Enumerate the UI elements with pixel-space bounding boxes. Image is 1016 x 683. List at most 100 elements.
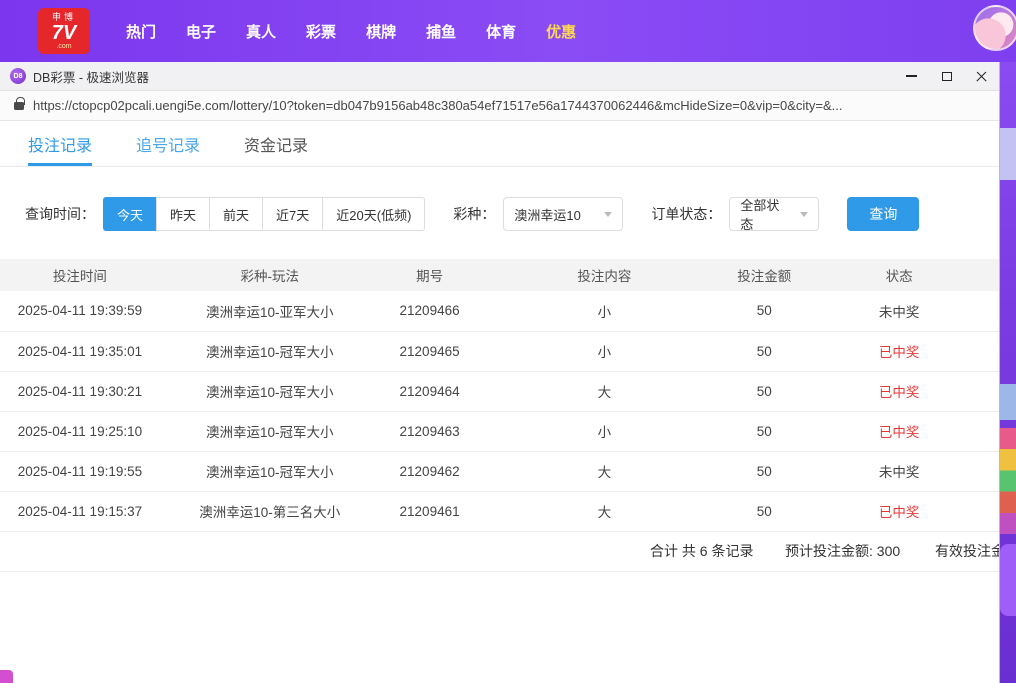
cell-status: 未中奖 xyxy=(799,451,999,491)
nav-item-2[interactable]: 电子 xyxy=(186,21,216,42)
summary-valid: 有效投注金额: xyxy=(935,541,999,561)
nav-menu: 热门 电子 真人 彩票 棋牌 捕鱼 体育 优惠 xyxy=(96,21,576,42)
window-controls xyxy=(894,62,999,90)
nav-item-7[interactable]: 体育 xyxy=(486,21,516,42)
cell-time: 2025-04-11 19:25:10 xyxy=(0,411,160,451)
header-game-play: 彩种-玩法 xyxy=(160,259,380,291)
cell-content: 大 xyxy=(480,491,730,531)
header-content: 投注内容 xyxy=(480,259,730,291)
cell-time: 2025-04-11 19:39:59 xyxy=(0,291,160,331)
site-logo[interactable]: 申博 7V .com xyxy=(38,8,90,54)
cell-status: 已中奖 xyxy=(799,371,999,411)
header-bet-time: 投注时间 xyxy=(0,259,160,291)
browser-window: D8 DB彩票 - 极速浏览器 https://ctopcp02pcali.ue… xyxy=(0,62,1000,683)
table-row: 2025-04-11 19:19:55澳洲幸运10-冠军大小21209462大5… xyxy=(0,451,999,491)
minimize-icon xyxy=(906,75,917,77)
nav-item-5[interactable]: 棋牌 xyxy=(366,21,396,42)
header-issue: 期号 xyxy=(380,259,480,291)
logo-main-text: 7V xyxy=(52,23,76,43)
cell-issue: 21209464 xyxy=(380,371,480,411)
time-option-5[interactable]: 近20天(低频) xyxy=(322,197,425,231)
maximize-button[interactable] xyxy=(929,62,964,90)
url-text: https://ctopcp02pcali.uengi5e.com/lotter… xyxy=(33,98,843,113)
cell-issue: 21209463 xyxy=(380,411,480,451)
status-select[interactable]: 全部状态 xyxy=(729,197,819,231)
nav-item-3[interactable]: 真人 xyxy=(246,21,276,42)
cell-content: 小 xyxy=(480,331,730,371)
lottery-select[interactable]: 澳洲幸运10 xyxy=(503,197,623,231)
cell-game: 澳洲幸运10-冠军大小 xyxy=(160,331,380,371)
chevron-down-icon xyxy=(800,212,808,217)
table-row: 2025-04-11 19:15:37澳洲幸运10-第三名大小21209461大… xyxy=(0,491,999,531)
table-row: 2025-04-11 19:25:10澳洲幸运10-冠军大小21209463小5… xyxy=(0,411,999,451)
cell-issue: 21209462 xyxy=(380,451,480,491)
bet-table-body: 2025-04-11 19:39:59澳洲幸运10-亚军大小21209466小5… xyxy=(0,291,999,531)
cell-game: 澳洲幸运10-冠军大小 xyxy=(160,411,380,451)
cell-game: 澳洲幸运10-亚军大小 xyxy=(160,291,380,331)
table-row: 2025-04-11 19:35:01澳洲幸运10-冠军大小21209465小5… xyxy=(0,331,999,371)
time-option-1[interactable]: 今天 xyxy=(103,197,157,231)
search-button[interactable]: 查询 xyxy=(847,197,919,231)
cell-amount: 50 xyxy=(729,491,799,531)
table-row: 2025-04-11 19:30:21澳洲幸运10-冠军大小21209464大5… xyxy=(0,371,999,411)
cell-content: 小 xyxy=(480,411,730,451)
summary-expected: 预计投注金额: 300 xyxy=(785,541,900,561)
time-option-4[interactable]: 近7天 xyxy=(262,197,323,231)
tab-3[interactable]: 资金记录 xyxy=(244,121,308,166)
tab-2[interactable]: 追号记录 xyxy=(136,121,200,166)
bet-table: 投注时间 彩种-玩法 期号 投注内容 投注金额 状态 2025-04-11 19… xyxy=(0,259,999,532)
summary-row: 合计 共 6 条记录 预计投注金额: 300 有效投注金额: xyxy=(0,532,999,572)
cell-status: 未中奖 xyxy=(799,291,999,331)
close-button[interactable] xyxy=(964,62,999,90)
cell-content: 大 xyxy=(480,371,730,411)
page-content: 投注记录追号记录资金记录 查询时间： 今天昨天前天近7天近20天(低频) 彩种：… xyxy=(0,121,999,683)
lock-icon xyxy=(14,102,24,110)
cell-issue: 21209461 xyxy=(380,491,480,531)
cell-issue: 21209465 xyxy=(380,331,480,371)
window-title-bar: D8 DB彩票 - 极速浏览器 xyxy=(0,62,999,91)
cell-time: 2025-04-11 19:15:37 xyxy=(0,491,160,531)
cell-amount: 50 xyxy=(729,411,799,451)
header-status: 状态 xyxy=(799,259,999,291)
user-avatar[interactable] xyxy=(973,5,1016,51)
time-option-2[interactable]: 昨天 xyxy=(156,197,210,231)
time-option-3[interactable]: 前天 xyxy=(209,197,263,231)
cell-amount: 50 xyxy=(729,291,799,331)
cell-time: 2025-04-11 19:30:21 xyxy=(0,371,160,411)
background-fragment xyxy=(0,670,13,683)
cell-status: 已中奖 xyxy=(799,331,999,371)
cell-status: 已中奖 xyxy=(799,491,999,531)
cell-issue: 21209466 xyxy=(380,291,480,331)
maximize-icon xyxy=(942,72,952,81)
minimize-button[interactable] xyxy=(894,62,929,90)
tab-1[interactable]: 投注记录 xyxy=(28,121,92,166)
logo-top-text: 申博 xyxy=(52,13,76,22)
cell-game: 澳洲幸运10-冠军大小 xyxy=(160,371,380,411)
nav-item-4[interactable]: 彩票 xyxy=(306,21,336,42)
nav-item-1[interactable]: 热门 xyxy=(126,21,156,42)
site-navbar: 申博 7V .com 热门 电子 真人 彩票 棋牌 捕鱼 体育 优惠 xyxy=(0,0,1016,62)
cell-content: 大 xyxy=(480,451,730,491)
nav-item-6[interactable]: 捕鱼 xyxy=(426,21,456,42)
lottery-filter-label: 彩种： xyxy=(453,204,495,224)
time-filter-label: 查询时间： xyxy=(25,204,95,224)
cell-game: 澳洲幸运10-第三名大小 xyxy=(160,491,380,531)
summary-total: 合计 共 6 条记录 xyxy=(650,541,753,561)
chevron-down-icon xyxy=(604,212,612,217)
filter-row: 查询时间： 今天昨天前天近7天近20天(低频) 彩种： 澳洲幸运10 订单状态：… xyxy=(0,197,999,231)
cell-amount: 50 xyxy=(729,451,799,491)
nav-item-8[interactable]: 优惠 xyxy=(546,21,576,42)
app-icon: D8 xyxy=(10,68,26,84)
header-amount: 投注金额 xyxy=(729,259,799,291)
table-row: 2025-04-11 19:39:59澳洲幸运10-亚军大小21209466小5… xyxy=(0,291,999,331)
tabs: 投注记录追号记录资金记录 xyxy=(0,121,999,167)
cell-time: 2025-04-11 19:35:01 xyxy=(0,331,160,371)
address-bar[interactable]: https://ctopcp02pcali.uengi5e.com/lotter… xyxy=(0,91,999,121)
background-art xyxy=(1000,428,1016,534)
lottery-select-value: 澳洲幸运10 xyxy=(514,205,580,224)
window-title: DB彩票 - 极速浏览器 xyxy=(33,67,149,86)
cell-game: 澳洲幸运10-冠军大小 xyxy=(160,451,380,491)
background-art xyxy=(1000,544,1016,616)
cell-amount: 50 xyxy=(729,331,799,371)
status-filter-label: 订单状态： xyxy=(651,204,721,224)
